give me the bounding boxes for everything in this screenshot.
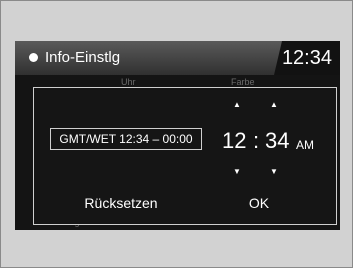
header-bar: Info-Einstlg 12:34: [15, 41, 340, 75]
header-clock: 12:34: [274, 41, 340, 75]
page-title: Info-Einstlg: [45, 49, 121, 66]
timezone-button[interactable]: GMT/WET 12:34 – 00:00: [50, 128, 202, 150]
reset-button[interactable]: Rücksetzen: [50, 189, 192, 217]
ampm-indicator: AM: [296, 138, 314, 152]
time-setting-dialog: GMT/WET 12:34 – 00:00 ▲ ▲ 12 : 34 AM ▼ ▼…: [33, 87, 337, 225]
minute-down-icon[interactable]: ▼: [268, 167, 280, 176]
minute-up-icon[interactable]: ▲: [268, 100, 280, 109]
hour-up-icon[interactable]: ▲: [231, 100, 243, 109]
hour-down-icon[interactable]: ▼: [231, 167, 243, 176]
time-separator: :: [253, 128, 260, 153]
ok-button[interactable]: OK: [189, 189, 329, 217]
background-label-uhr: Uhr: [121, 77, 136, 87]
background-label-farbe: Farbe: [231, 77, 255, 87]
minute-value: 34: [265, 128, 290, 153]
info-icon: [29, 53, 38, 62]
hour-value: 12: [222, 128, 247, 153]
display-screen: Info-Einstlg 12:34 Uhr Farbe Vorgabe OK …: [15, 41, 340, 230]
figure-frame: Info-Einstlg 12:34 Uhr Farbe Vorgabe OK …: [0, 0, 353, 268]
